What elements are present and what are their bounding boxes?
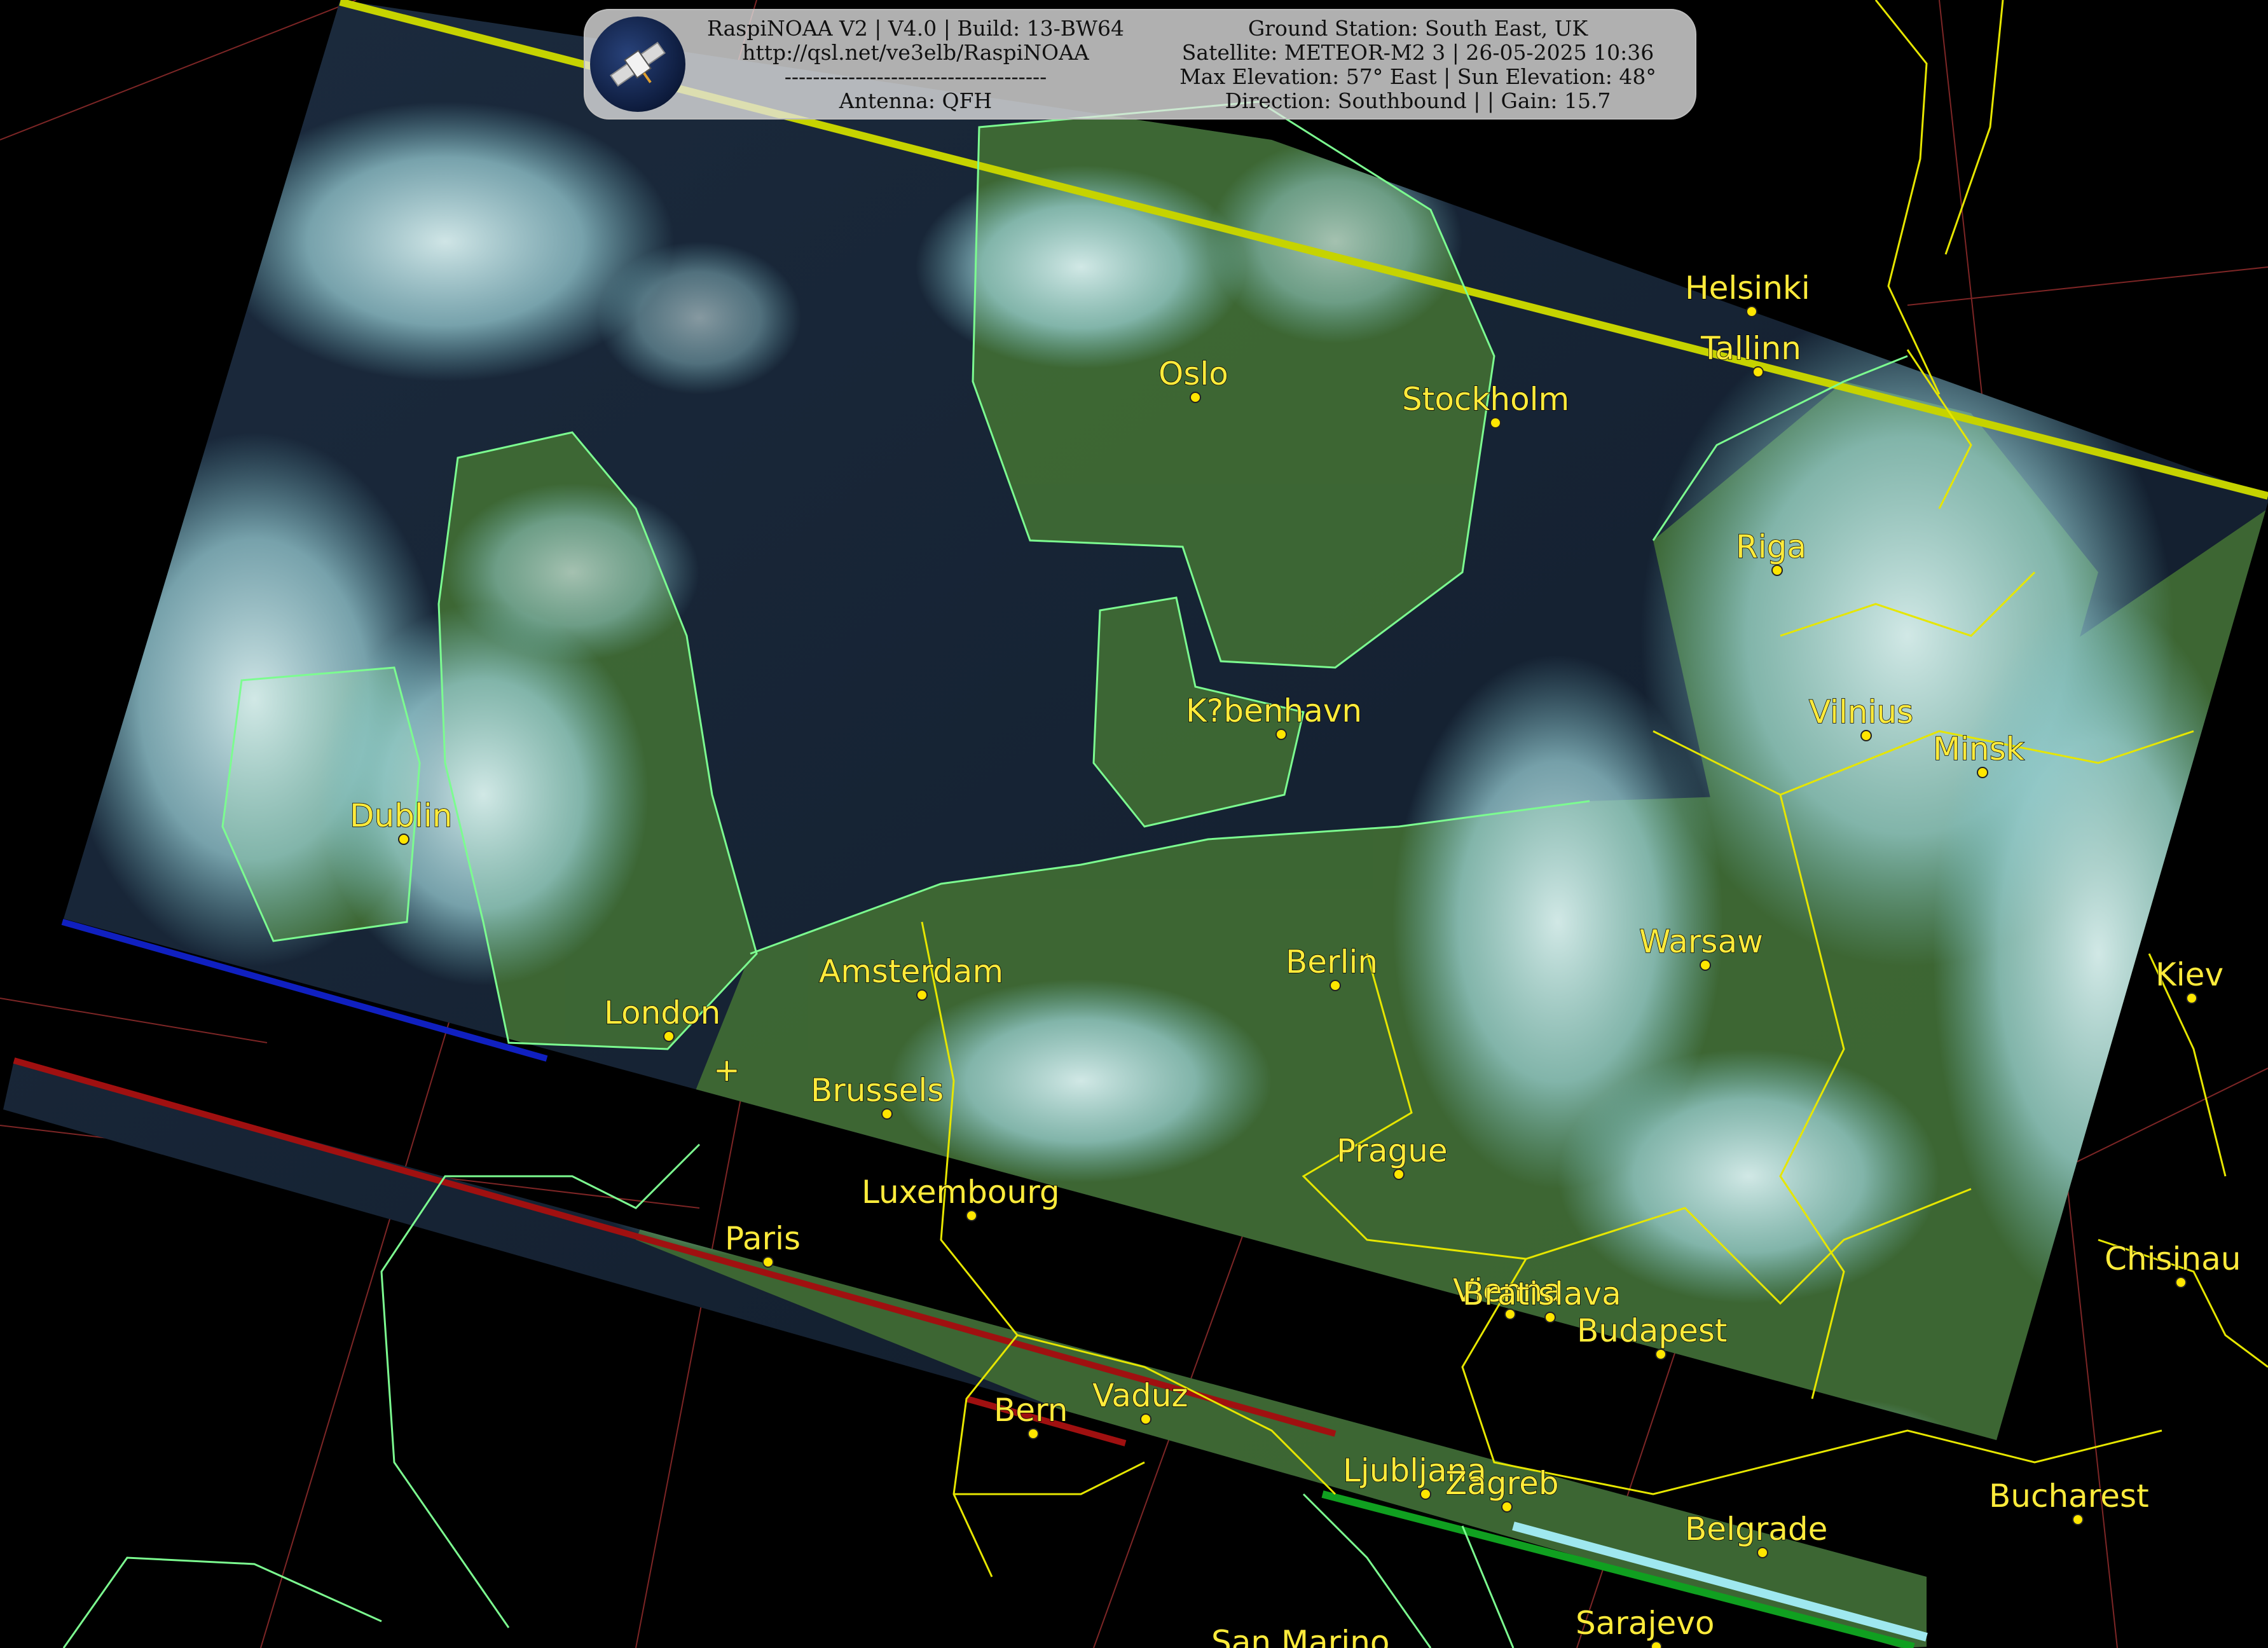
city-label: Kiev — [2155, 956, 2223, 993]
banner-right-line: Ground Station: South East, UK — [1247, 16, 1588, 41]
city-label: Bern — [994, 1392, 1068, 1429]
banner-right-line: Max Elevation: 57° East | Sun Elevation:… — [1179, 64, 1656, 89]
banner-left-line: RaspiNOAA V2 | V4.0 | Build: 13-BW64 — [707, 16, 1124, 41]
city-label: Vilnius — [1809, 694, 1913, 731]
city-dot — [1393, 1169, 1405, 1180]
city-dot — [1140, 1413, 1151, 1425]
city-dot — [1420, 1488, 1431, 1500]
city-dot — [2175, 1277, 2187, 1288]
city-dot — [1746, 306, 1757, 317]
city-label: Luxembourg — [862, 1174, 1060, 1211]
city-label: San Marino — [1211, 1624, 1389, 1648]
city-dot — [762, 1256, 774, 1268]
header-banner: RaspiNOAA V2 | V4.0 | Build: 13-BW64 htt… — [584, 9, 1696, 120]
banner-left-line: http://qsl.net/ve3elb/RaspiNOAA — [742, 40, 1089, 65]
city-label: Amsterdam — [819, 953, 1003, 990]
banner-left-line: ------------------------------------- — [784, 64, 1047, 89]
city-label: Riga — [1736, 528, 1806, 565]
ground-station-marker-icon: + — [713, 1052, 740, 1088]
city-label: Prague — [1337, 1132, 1448, 1169]
city-dot — [1275, 729, 1287, 740]
city-label: Bucharest — [1989, 1478, 2149, 1514]
city-label: Vaduz — [1092, 1377, 1188, 1414]
city-label: Minsk — [1933, 731, 2024, 767]
city-dot — [1700, 959, 1711, 971]
satellite-logo-icon — [590, 17, 685, 112]
city-dot — [1490, 417, 1501, 429]
city-marker: Sarajevo — [1575, 1604, 1715, 1648]
city-dot — [1544, 1312, 1556, 1323]
banner-right-line: Satellite: METEOR-M2 3 | 26-05-2025 10:3… — [1181, 40, 1654, 65]
city-dot — [663, 1031, 675, 1042]
city-dot — [1757, 1547, 1768, 1558]
city-label: K?benhavn — [1186, 692, 1362, 729]
city-label: Belgrade — [1685, 1511, 1827, 1548]
banner-left-column: RaspiNOAA V2 | V4.0 | Build: 13-BW64 htt… — [699, 17, 1132, 113]
city-label: Warsaw — [1639, 923, 1763, 960]
city-label: Stockholm — [1402, 381, 1569, 418]
city-dot — [966, 1210, 977, 1221]
city-label: Bratislava — [1462, 1275, 1621, 1312]
city-label: Paris — [725, 1220, 801, 1257]
city-dot — [1752, 366, 1764, 378]
city-dot — [1771, 565, 1783, 576]
city-label: Dublin — [350, 797, 452, 834]
city-label: Chisinau — [2105, 1240, 2241, 1277]
satellite-map: Helsinki Tallinn Oslo Stockholm Riga K?benhav… — [0, 0, 2268, 1648]
city-dot — [1501, 1501, 1513, 1513]
city-dot — [1860, 730, 1872, 741]
city-marker: San Marino — [1211, 1623, 1390, 1648]
banner-right-line: Direction: Southbound | | Gain: 15.7 — [1225, 88, 1611, 113]
city-dot — [398, 834, 409, 845]
city-dot — [1655, 1349, 1667, 1360]
city-dot — [1651, 1641, 1662, 1648]
city-label: London — [604, 994, 720, 1031]
city-dot — [1190, 392, 1201, 403]
city-dot — [1027, 1428, 1039, 1439]
city-dot — [2072, 1514, 2084, 1525]
banner-right-column: Ground Station: South East, UK Satellite… — [1157, 17, 1679, 113]
city-dot — [1330, 980, 1341, 991]
banner-left-line: Antenna: QFH — [839, 88, 993, 113]
city-label: Zagreb — [1445, 1465, 1559, 1502]
city-label: Oslo — [1158, 355, 1228, 392]
city-dot — [916, 989, 928, 1001]
city-label: Brussels — [811, 1072, 944, 1109]
city-label: Tallinn — [1700, 330, 1801, 367]
city-label: Budapest — [1577, 1312, 1728, 1349]
city-dot — [881, 1108, 893, 1120]
city-dot — [2186, 992, 2197, 1004]
city-label: Berlin — [1286, 944, 1378, 980]
city-dot — [1977, 767, 1988, 778]
city-label: Helsinki — [1685, 270, 1810, 306]
city-label: Sarajevo — [1576, 1605, 1714, 1642]
